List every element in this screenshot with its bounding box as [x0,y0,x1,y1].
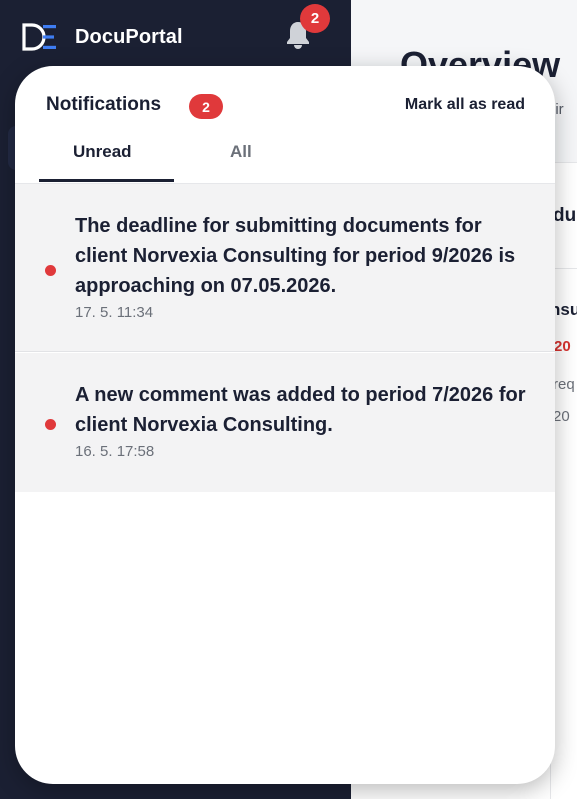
brand[interactable]: DocuPortal [22,20,183,54]
notification-time: 17. 5. 11:34 [75,304,154,321]
brand-name: DocuPortal [75,25,183,48]
tab-unread[interactable]: Unread [73,142,132,162]
notification-count-badge: 2 [300,4,330,33]
request-text: req [553,376,575,393]
notification-text: The deadline for submitting documents fo… [75,215,516,297]
card-title: du [553,205,577,226]
docuportal-logo-icon [22,23,60,51]
notification-item[interactable]: A new comment was added to period 7/2026… [15,353,555,492]
notification-item[interactable]: The deadline for submitting documents fo… [15,184,555,352]
mark-all-read-button[interactable]: Mark all as read [405,96,525,114]
unread-dot-icon [45,265,56,276]
active-tab-indicator [39,179,174,182]
notifications-title: Notifications [46,94,162,115]
tab-all[interactable]: All [230,142,252,162]
notifications-header: Notifications 2 Mark all as read Unread … [15,66,555,184]
date-text: 20 [553,408,570,425]
notification-time: 16. 5. 17:58 [75,443,155,460]
unread-dot-icon [45,419,56,430]
notifications-count-badge: 2 [189,94,223,119]
notification-text: A new comment was added to period 7/2026… [75,384,526,436]
deadline-text: 20 [554,338,571,355]
notifications-panel: Notifications 2 Mark all as read Unread … [15,66,555,784]
